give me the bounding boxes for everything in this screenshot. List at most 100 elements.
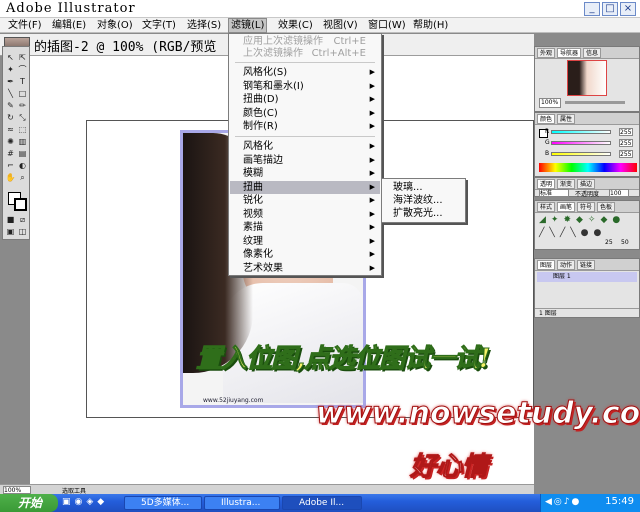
- gradient-tool-icon[interactable]: ▤: [17, 149, 28, 159]
- symbol-sprayer-icon[interactable]: ✺: [5, 137, 16, 147]
- hand-tool-icon[interactable]: ✋: [5, 173, 16, 183]
- menu-separator: [235, 136, 375, 137]
- rectangle-tool-icon[interactable]: □: [17, 89, 28, 99]
- menu-blur[interactable]: 模糊 ▶: [230, 167, 380, 181]
- color-spectrum[interactable]: [539, 163, 637, 172]
- tray-icons[interactable]: ◀◎♪●: [545, 497, 581, 507]
- task-5d-media[interactable]: 5D多媒体...: [124, 496, 202, 510]
- tab-links[interactable]: 链接: [577, 260, 596, 270]
- menu-pen-and-ink[interactable]: 钢笔和墨水(I) ▶: [230, 80, 380, 94]
- menu-bar: 文件(F) 编辑(E) 对象(O) 文字(T) 选择(S) 滤镜(L) 效果(C…: [0, 18, 640, 33]
- menu-help[interactable]: 帮助(H): [411, 18, 450, 33]
- type-tool-icon[interactable]: T: [17, 77, 28, 87]
- warp-tool-icon[interactable]: ≈: [5, 125, 16, 135]
- menu-view[interactable]: 视图(V): [321, 18, 360, 33]
- rotate-tool-icon[interactable]: ↻: [5, 113, 16, 123]
- brush-swatch-row-2[interactable]: ╱╲╱╲●●: [539, 228, 637, 238]
- tab-attributes[interactable]: 属性: [557, 114, 576, 124]
- graph-tool-icon[interactable]: ▥: [17, 137, 28, 147]
- quick-launch-icons[interactable]: ▣◉◈◆: [62, 497, 122, 509]
- menu-stylize-vector[interactable]: 风格化(S) ▶: [230, 66, 380, 80]
- navigator-zoom-field[interactable]: 100%: [539, 98, 561, 108]
- pencil-tool-icon[interactable]: ✏: [17, 101, 28, 111]
- tab-color[interactable]: 颜色: [537, 114, 556, 124]
- filter-menu: 应用上次滤镜操作 Ctrl+E 上次滤镜操作 Ctrl+Alt+E 风格化(S) ▶ …: [228, 33, 382, 276]
- red-value[interactable]: 255: [619, 128, 633, 136]
- tab-swatches[interactable]: 色板: [597, 202, 616, 212]
- line-tool-icon[interactable]: ╲: [5, 89, 16, 99]
- tab-styles[interactable]: 样式: [537, 202, 556, 212]
- green-value[interactable]: 255: [619, 139, 633, 147]
- menu-sharpen[interactable]: 锐化 ▶: [230, 194, 380, 208]
- start-button[interactable]: 开始: [0, 494, 58, 512]
- magic-wand-icon[interactable]: ✦: [5, 65, 16, 75]
- tab-info[interactable]: 信息: [583, 48, 602, 58]
- brush-tool-icon[interactable]: ✎: [5, 101, 16, 111]
- red-slider[interactable]: [551, 130, 611, 134]
- opacity-field[interactable]: 100: [609, 189, 629, 197]
- minimize-button[interactable]: _: [584, 2, 600, 16]
- blend-mode-select[interactable]: 标准: [539, 189, 569, 197]
- maximize-button[interactable]: □: [602, 2, 618, 16]
- scale-tool-icon[interactable]: ⤡: [17, 113, 28, 123]
- tab-transparency[interactable]: 透明: [537, 179, 556, 189]
- blend-tool-icon[interactable]: ◐: [17, 161, 28, 171]
- menu-glass[interactable]: 玻璃...: [382, 181, 465, 194]
- tab-symbols[interactable]: 符号: [577, 202, 596, 212]
- tab-appearance[interactable]: 外观: [537, 48, 556, 58]
- screen-mode-icon[interactable]: ▣: [5, 227, 16, 237]
- menu-file[interactable]: 文件(F): [6, 18, 44, 33]
- tab-gradient[interactable]: 渐变: [557, 179, 576, 189]
- full-screen-icon[interactable]: ◫: [17, 227, 28, 237]
- menu-brush-strokes[interactable]: 画笔描边 ▶: [230, 154, 380, 168]
- tab-brushes[interactable]: 画笔: [557, 202, 576, 212]
- eyedropper-icon[interactable]: ⌐: [5, 161, 16, 171]
- close-button[interactable]: ×: [620, 2, 636, 16]
- menu-pixelate[interactable]: 像素化 ▶: [230, 248, 380, 262]
- green-slider[interactable]: [551, 141, 611, 145]
- navigator-thumbnail[interactable]: [567, 60, 607, 96]
- menu-distort-bitmap[interactable]: 扭曲 ▶: [230, 180, 380, 194]
- tab-stroke[interactable]: 描边: [577, 179, 596, 189]
- menu-effect[interactable]: 效果(C): [276, 18, 315, 33]
- menu-stylize-bitmap[interactable]: 风格化 ▶: [230, 140, 380, 154]
- menu-ocean-ripple[interactable]: 海洋波纹...: [382, 194, 465, 207]
- menu-artistic[interactable]: 艺术效果 ▶: [230, 262, 380, 276]
- task-illustrator-2[interactable]: Adobe Il...: [282, 496, 362, 510]
- zoom-tool-icon[interactable]: ⌕: [17, 173, 28, 183]
- layer-row[interactable]: 图层 1: [537, 272, 637, 282]
- clock[interactable]: 15:49: [605, 496, 634, 507]
- tab-navigator[interactable]: 导航器: [557, 48, 582, 58]
- menu-last-filter[interactable]: 上次滤镜操作 Ctrl+Alt+E: [230, 47, 380, 61]
- brush-swatch-row-1[interactable]: ◢✦✸◆✧◆●: [539, 215, 637, 225]
- tab-layers[interactable]: 图层: [537, 260, 556, 270]
- menu-video[interactable]: 视频 ▶: [230, 208, 380, 222]
- menu-sketch[interactable]: 素描 ▶: [230, 221, 380, 235]
- free-transform-icon[interactable]: ⬚: [17, 125, 28, 135]
- pen-tool-icon[interactable]: ✒: [5, 77, 16, 87]
- tab-actions[interactable]: 动作: [557, 260, 576, 270]
- blue-value[interactable]: 255: [619, 150, 633, 158]
- menu-texture[interactable]: 纹理 ▶: [230, 235, 380, 249]
- menu-edit[interactable]: 编辑(E): [50, 18, 88, 33]
- menu-filter[interactable]: 滤镜(L): [228, 18, 268, 33]
- menu-create[interactable]: 制作(R) ▶: [230, 120, 380, 134]
- task-illustrator-1[interactable]: Illustra...: [204, 496, 280, 510]
- mesh-tool-icon[interactable]: #: [5, 149, 16, 159]
- menu-select[interactable]: 选择(S): [185, 18, 223, 33]
- menu-window[interactable]: 窗口(W): [366, 18, 408, 33]
- menu-diffuse-glow[interactable]: 扩散亮光...: [382, 207, 465, 220]
- direct-selection-tool-icon[interactable]: ⇱: [17, 53, 28, 63]
- blue-slider[interactable]: [551, 152, 611, 156]
- none-mode-icon[interactable]: ⧄: [17, 215, 28, 225]
- stroke-swatch[interactable]: [14, 198, 27, 211]
- status-zoom-field[interactable]: 100%: [3, 486, 31, 494]
- selection-tool-icon[interactable]: ↖: [5, 53, 16, 63]
- menu-type[interactable]: 文字(T): [140, 18, 178, 33]
- color-mode-icon[interactable]: ■: [5, 215, 16, 225]
- menu-colors[interactable]: 颜色(C) ▶: [230, 107, 380, 121]
- lasso-icon[interactable]: ⌒: [17, 65, 28, 75]
- menu-distort-vector[interactable]: 扭曲(D) ▶: [230, 93, 380, 107]
- navigator-zoom-slider[interactable]: [565, 101, 625, 104]
- menu-object[interactable]: 对象(O): [95, 18, 135, 33]
